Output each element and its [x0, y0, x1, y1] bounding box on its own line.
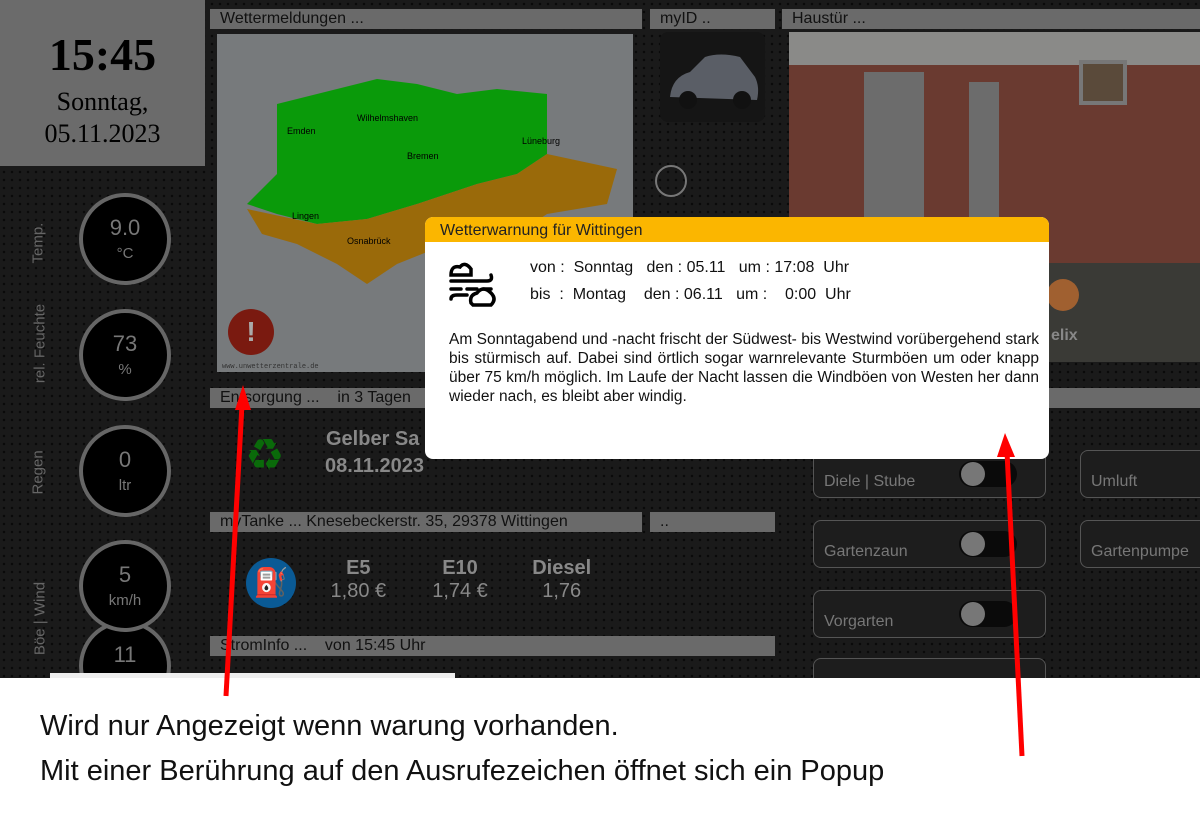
- arrowhead-right: [997, 433, 1015, 457]
- arrow-left: [223, 404, 245, 697]
- annotation-note-1: Wird nur Angezeigt wenn warung vorhanden…: [40, 710, 619, 742]
- arrow-right: [1004, 451, 1025, 757]
- annotation-arrows: [223, 385, 1025, 757]
- arrowhead-left: [235, 385, 251, 410]
- annotation-note-2: Mit einer Berührung auf den Ausrufezeich…: [40, 755, 885, 787]
